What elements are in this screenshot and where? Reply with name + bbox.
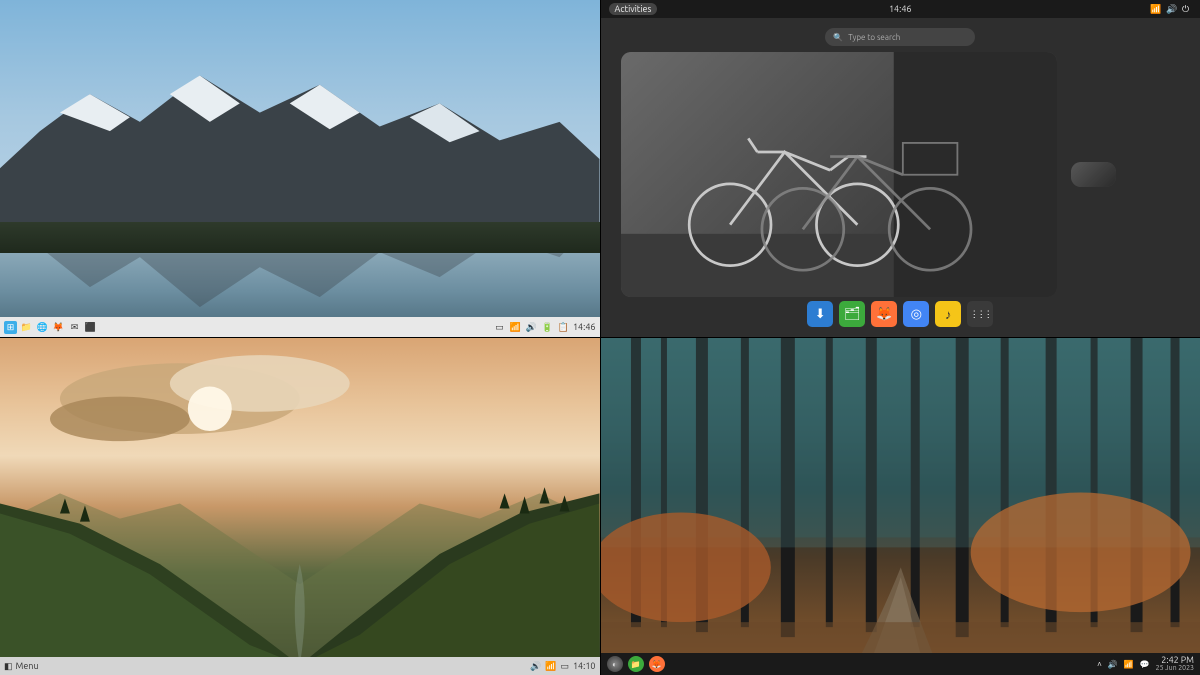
clock-date: 25 Jun 2023: [1156, 665, 1194, 672]
terminal-icon[interactable]: ⬛: [84, 321, 97, 334]
desktop-kde-mountain: ⊞ 📁 🌐 🦊 ✉ ⬛ ▭ 📶 🔊 🔋 📋 14:46: [0, 0, 600, 337]
battery-icon[interactable]: 🔋: [541, 321, 554, 334]
menu-button[interactable]: ◧ Menu: [4, 661, 39, 672]
wallpaper-valley: [0, 463, 600, 665]
network-icon[interactable]: 📶: [1124, 660, 1134, 669]
network-icon[interactable]: 📶: [509, 321, 522, 334]
downloads-icon[interactable]: ⬇: [807, 301, 833, 327]
network-icon[interactable]: 📶: [1150, 4, 1160, 14]
chromium-icon[interactable]: ◎: [903, 301, 929, 327]
volume-icon[interactable]: 🔊: [530, 661, 541, 672]
files-icon[interactable]: 📁: [20, 321, 33, 334]
show-desktop-icon[interactable]: ▭: [493, 321, 506, 334]
search-icon: 🔍: [833, 33, 843, 42]
wallpaper-mountains: [0, 57, 600, 242]
chevron-up-icon[interactable]: ˄: [1097, 660, 1102, 669]
firefox-icon[interactable]: 🦊: [649, 656, 665, 672]
taskbar: ◐ 📁 🦊 ˄ 🔊 📶 💬 2:42 PM 25 Jun 2023: [601, 653, 1200, 675]
dash: ⬇ 🗂 🦊 ◎ ♪ ⋮⋮⋮: [601, 297, 1200, 337]
wallpaper-forest: [601, 338, 1200, 675]
workspace-thumbnail[interactable]: [621, 52, 1057, 297]
clock[interactable]: 14:10: [573, 661, 596, 671]
workspace-thumbnail-next[interactable]: [1071, 162, 1116, 187]
wallpaper-bicycles-bw: [1071, 162, 1116, 187]
search-input[interactable]: 🔍 Type to search: [825, 28, 975, 46]
desktop-budgie-forest: ◐ 📁 🦊 ˄ 🔊 📶 💬 2:42 PM 25 Jun 2023: [601, 338, 1200, 675]
volume-icon[interactable]: 🔊: [1108, 660, 1118, 669]
desktop-gnome-overview: Activities 14:46 📶 🔊 ⏻ 🔍 Type to search: [601, 0, 1200, 337]
wallpaper-bicycles-bw: [621, 52, 1057, 297]
apps-grid-icon[interactable]: ⋮⋮⋮: [967, 301, 993, 327]
clock[interactable]: 2:42 PM 25 Jun 2023: [1156, 656, 1194, 672]
taskbar: ◧ Menu 🔊 📶 ▭ 14:10: [0, 657, 600, 675]
show-desktop-icon[interactable]: ▭: [560, 661, 569, 672]
browser-icon[interactable]: 🌐: [36, 321, 49, 334]
files-icon[interactable]: 📁: [628, 656, 644, 672]
network-icon[interactable]: 📶: [545, 661, 556, 672]
notifications-icon[interactable]: 💬: [1140, 660, 1150, 669]
firefox-icon[interactable]: 🦊: [871, 301, 897, 327]
menu-icon: ◧: [4, 661, 13, 672]
wallpaper-reflection: [0, 253, 600, 327]
music-icon[interactable]: ♪: [935, 301, 961, 327]
top-bar: Activities 14:46 📶 🔊 ⏻: [601, 0, 1200, 18]
mail-icon[interactable]: ✉: [68, 321, 81, 334]
power-icon[interactable]: ⏻: [1182, 4, 1192, 14]
clipboard-icon[interactable]: 📋: [557, 321, 570, 334]
clock[interactable]: 14:46: [573, 322, 596, 332]
clock[interactable]: 14:46: [889, 4, 912, 14]
app-launcher-icon[interactable]: ⊞: [4, 321, 17, 334]
workspace-switcher: [601, 52, 1200, 297]
activities-button[interactable]: Activities: [609, 3, 658, 15]
volume-icon[interactable]: 🔊: [1166, 4, 1176, 14]
taskbar: ⊞ 📁 🌐 🦊 ✉ ⬛ ▭ 📶 🔊 🔋 📋 14:46: [0, 317, 600, 337]
files-icon[interactable]: 🗂: [839, 301, 865, 327]
menu-label: Menu: [16, 661, 39, 671]
firefox-icon[interactable]: 🦊: [52, 321, 65, 334]
distro-logo-icon[interactable]: ◐: [607, 656, 623, 672]
volume-icon[interactable]: 🔊: [525, 321, 538, 334]
search-placeholder: Type to search: [848, 33, 900, 42]
desktop-cinnamon-valley: ◧ Menu 🔊 📶 ▭ 14:10: [0, 338, 600, 675]
